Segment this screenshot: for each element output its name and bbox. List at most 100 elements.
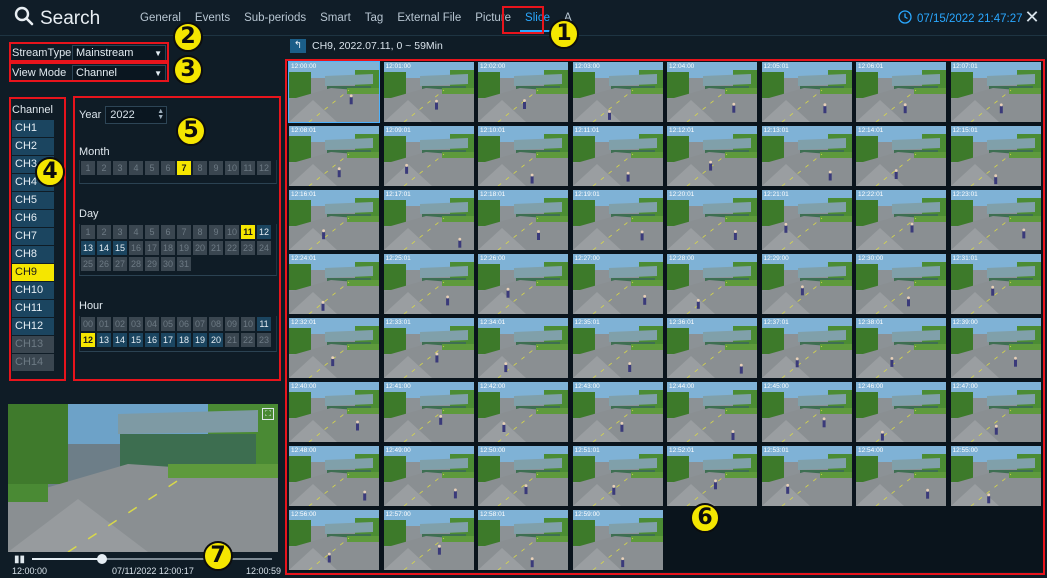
slice-thumbnail[interactable]: 12:17:01 [383,190,474,250]
day-cell[interactable]: 19 [177,241,191,255]
slice-thumbnail[interactable]: 12:49:00 [383,446,474,506]
day-cell[interactable]: 12 [257,225,271,239]
slice-thumbnail[interactable]: 12:26:00 [478,254,568,314]
close-icon[interactable]: ✕ [1021,6,1043,28]
slice-thumbnail[interactable]: 12:51:01 [572,446,663,506]
day-cell[interactable]: 4 [129,225,143,239]
slice-thumbnail[interactable]: 12:45:00 [761,382,852,442]
channel-item-ch2[interactable]: CH2 [12,138,54,155]
day-cell[interactable]: 9 [209,225,223,239]
day-cell[interactable]: 8 [193,225,207,239]
hour-cell[interactable]: 09 [225,317,239,331]
slice-thumbnail[interactable]: 12:18:01 [478,190,568,250]
day-cell[interactable]: 26 [97,257,111,271]
day-cell[interactable]: 5 [145,225,159,239]
channel-item-ch10[interactable]: CH10 [12,282,54,299]
day-cell[interactable]: 6 [161,225,175,239]
slice-thumbnail[interactable]: 12:27:00 [572,254,663,314]
slice-thumbnail[interactable]: 12:35:01 [572,318,663,378]
slice-thumbnail[interactable]: 12:21:01 [761,190,852,250]
slice-thumbnail[interactable]: 12:03:00 [572,62,663,122]
slice-thumbnail[interactable]: 12:56:00 [289,510,379,570]
tab-tag[interactable]: Tag [358,0,391,36]
channel-item-ch13[interactable]: CH13 [12,336,54,353]
day-cell[interactable]: 31 [177,257,191,271]
day-cell[interactable]: 16 [129,241,143,255]
slice-thumbnail[interactable]: 12:09:01 [383,126,474,186]
month-cell[interactable]: 11 [241,161,255,175]
slice-thumbnail[interactable]: 12:43:00 [572,382,663,442]
slice-thumbnail[interactable]: 12:10:01 [478,126,568,186]
slice-thumbnail[interactable]: 12:02:00 [478,62,568,122]
tab-sub-periods[interactable]: Sub-periods [237,0,313,36]
slice-thumbnail[interactable]: 12:33:01 [383,318,474,378]
channel-item-ch5[interactable]: CH5 [12,192,54,209]
day-cell[interactable]: 15 [113,241,127,255]
hour-cell[interactable]: 16 [145,333,159,347]
tab-smart[interactable]: Smart [313,0,358,36]
month-cell[interactable]: 2 [97,161,111,175]
month-cell[interactable]: 1 [81,161,95,175]
pause-icon[interactable]: ▮▮ [14,554,25,565]
channel-item-ch14[interactable]: CH14 [12,354,54,371]
hour-cell[interactable]: 01 [97,317,111,331]
hour-cell[interactable]: 18 [177,333,191,347]
slice-thumbnail[interactable]: 12:19:01 [572,190,663,250]
hour-cell[interactable]: 20 [209,333,223,347]
slice-thumbnail[interactable]: 12:22:01 [856,190,946,250]
slice-thumbnail[interactable]: 12:13:01 [761,126,852,186]
playback-slider[interactable] [32,554,272,564]
day-cell[interactable]: 29 [145,257,159,271]
hour-cell[interactable]: 17 [161,333,175,347]
slice-thumbnail[interactable]: 12:32:01 [289,318,379,378]
channel-item-ch7[interactable]: CH7 [12,228,54,245]
slice-thumbnail[interactable]: 12:08:01 [289,126,379,186]
channel-item-ch11[interactable]: CH11 [12,300,54,317]
slice-thumbnail[interactable]: 12:23:01 [950,190,1041,250]
slice-thumbnail[interactable]: 12:53:01 [761,446,852,506]
hour-cell[interactable]: 04 [145,317,159,331]
hour-cell[interactable]: 14 [113,333,127,347]
day-cell[interactable]: 21 [209,241,223,255]
hour-cell[interactable]: 06 [177,317,191,331]
day-cell[interactable]: 23 [241,241,255,255]
hour-cell[interactable]: 12 [81,333,95,347]
hour-cell[interactable]: 02 [113,317,127,331]
month-cell[interactable]: 9 [209,161,223,175]
channel-item-ch1[interactable]: CH1 [12,120,54,137]
slice-thumbnail[interactable]: 12:38:01 [856,318,946,378]
month-cell[interactable]: 5 [145,161,159,175]
hour-cell[interactable]: 07 [193,317,207,331]
slice-thumbnail[interactable]: 12:06:01 [856,62,946,122]
slice-thumbnail[interactable]: 12:29:00 [761,254,852,314]
slice-thumbnail[interactable]: 12:55:00 [950,446,1041,506]
slice-thumbnail[interactable]: 12:25:01 [383,254,474,314]
hour-cell[interactable]: 10 [241,317,255,331]
slice-thumbnail[interactable]: 12:11:01 [572,126,663,186]
slice-thumbnail[interactable]: 12:39:00 [950,318,1041,378]
hour-cell[interactable]: 00 [81,317,95,331]
slice-thumbnail[interactable]: 12:20:01 [667,190,757,250]
stream-type-select[interactable]: Mainstream ▼ [72,45,166,61]
slice-thumbnail[interactable]: 12:00:00 [288,61,380,123]
month-cell[interactable]: 12 [257,161,271,175]
slice-thumbnail[interactable]: 12:07:01 [950,62,1041,122]
slice-thumbnail[interactable]: 12:24:01 [289,254,379,314]
slice-thumbnail[interactable]: 12:47:00 [950,382,1041,442]
day-cell[interactable]: 20 [193,241,207,255]
hour-cell[interactable]: 11 [257,317,271,331]
month-cell[interactable]: 4 [129,161,143,175]
slice-thumbnail[interactable]: 12:42:00 [478,382,568,442]
month-cell[interactable]: 6 [161,161,175,175]
slice-thumbnail[interactable]: 12:05:01 [761,62,852,122]
day-cell[interactable]: 13 [81,241,95,255]
tab-picture[interactable]: Picture [468,0,518,36]
view-mode-select[interactable]: Channel ▼ [72,65,166,81]
slice-thumbnail[interactable]: 12:54:00 [856,446,946,506]
day-cell[interactable]: 25 [81,257,95,271]
slice-thumbnail[interactable]: 12:04:00 [667,62,757,122]
day-cell[interactable]: 18 [161,241,175,255]
playback-slider-handle[interactable] [96,554,107,564]
month-cell[interactable]: 7 [177,161,191,175]
hour-cell[interactable]: 08 [209,317,223,331]
